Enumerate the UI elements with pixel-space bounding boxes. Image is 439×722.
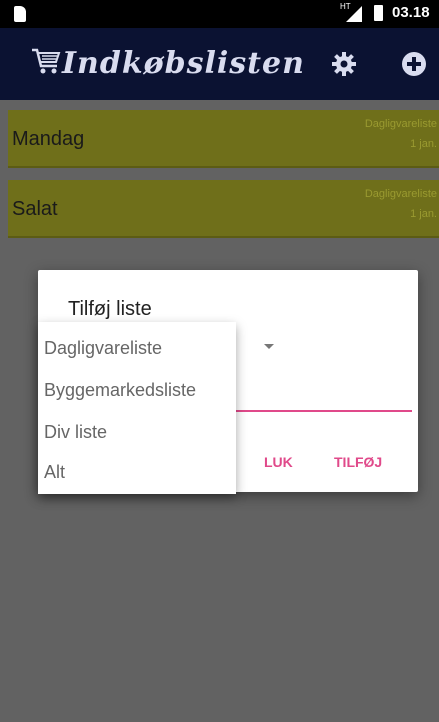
dropdown-option[interactable]: Byggemarkedsliste [44, 380, 196, 401]
gear-icon[interactable] [330, 50, 358, 78]
list-item-name: Salat [12, 198, 58, 220]
dropdown-option[interactable]: Div liste [44, 422, 107, 443]
list-item-date: 1 jan. [410, 208, 437, 220]
sd-card-icon [14, 6, 26, 22]
signal-icon [346, 6, 362, 22]
plus-circle-icon[interactable] [400, 50, 428, 78]
list-item[interactable]: Salat Dagligvareliste 1 jan. [8, 180, 439, 238]
dropdown-arrow-icon[interactable] [264, 344, 274, 349]
status-bar: HT 03.18 [0, 0, 439, 28]
status-time: 03.18 [392, 4, 430, 21]
list-type-dropdown: Dagligvareliste Byggemarkedsliste Div li… [38, 322, 236, 494]
dialog-title: Tilføj liste [68, 298, 152, 320]
dropdown-option[interactable]: Alt [44, 462, 65, 483]
list-item-name: Mandag [12, 128, 85, 150]
list-item-type: Dagligvareliste [364, 188, 437, 200]
app-title: Indkøbslisten [62, 46, 305, 81]
list-item-type: Dagligvareliste [364, 118, 437, 130]
close-button[interactable]: LUK [264, 454, 293, 470]
list-item[interactable]: Mandag Dagligvareliste 1 jan. [8, 110, 439, 168]
name-input-underline[interactable] [236, 410, 412, 412]
app-bar: Indkøbslisten [0, 28, 439, 100]
add-button[interactable]: TILFØJ [334, 454, 382, 470]
shopping-cart-icon [32, 48, 61, 74]
battery-icon [374, 5, 383, 21]
list-item-date: 1 jan. [410, 138, 437, 150]
dropdown-option[interactable]: Dagligvareliste [44, 338, 162, 359]
